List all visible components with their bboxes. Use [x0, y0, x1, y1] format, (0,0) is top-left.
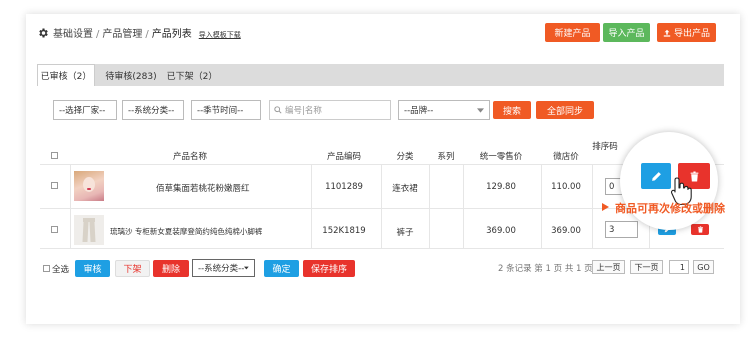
- page-number-input[interactable]: 1: [669, 260, 689, 274]
- manufacturer-select[interactable]: --选择厂家--: [53, 100, 117, 120]
- row-checkbox[interactable]: [51, 226, 58, 233]
- tab-pending[interactable]: 待审核(283): [100, 64, 162, 86]
- gear-icon: [39, 28, 48, 38]
- pagination-info: 2 条记录 第 1 页 共 1 页: [498, 264, 593, 274]
- column-header-category: 分类: [396, 152, 414, 162]
- export-product-button[interactable]: 导出产品: [657, 23, 716, 42]
- product-code: 152K1819: [322, 226, 366, 236]
- chevron-down-icon: [477, 107, 484, 113]
- product-list-panel: 基础设置 / 产品管理 / 产品列表 导入模板下载 新建产品 导入产品 导出产品…: [26, 14, 740, 324]
- product-thumbnail[interactable]: [74, 171, 104, 201]
- page-title: 产品列表: [151, 29, 192, 40]
- product-category: 连衣裙: [392, 184, 418, 194]
- pencil-icon: [651, 171, 661, 181]
- search-input[interactable]: 编号|名称: [269, 100, 391, 120]
- table-divider: [429, 164, 430, 248]
- chevron-down-icon: [244, 266, 249, 270]
- delist-button[interactable]: 下架: [115, 260, 150, 277]
- breadcrumb-separator: /: [145, 29, 149, 40]
- table-divider: [40, 248, 724, 249]
- table-divider: [381, 164, 382, 248]
- trash-icon: [697, 226, 703, 233]
- product-shop-price: 369.00: [551, 226, 581, 236]
- column-header-sort: 排序码: [592, 142, 618, 152]
- search-placeholder: 编号|名称: [285, 106, 322, 116]
- new-product-button[interactable]: 新建产品: [545, 23, 600, 42]
- product-category: 裤子: [396, 228, 414, 238]
- product-thumbnail[interactable]: [74, 215, 104, 245]
- save-sort-button[interactable]: 保存排序: [303, 260, 355, 277]
- callout-text: 商品可再次修改或删除: [615, 202, 725, 215]
- column-header-code: 产品编码: [326, 152, 362, 162]
- product-price: 369.00: [486, 226, 516, 236]
- table-divider: [311, 164, 312, 248]
- category-select[interactable]: --系统分类--: [122, 100, 184, 120]
- go-button[interactable]: GO: [693, 260, 714, 274]
- column-header-name: 产品名称: [172, 152, 208, 162]
- brand-select-value: --品牌--: [404, 106, 434, 116]
- sort-input[interactable]: 3: [605, 221, 638, 238]
- table-divider: [70, 164, 71, 248]
- breadcrumb-item-settings[interactable]: 基础设置: [53, 25, 93, 40]
- sync-all-button[interactable]: 全部同步: [536, 101, 594, 119]
- export-product-label: 导出产品: [673, 29, 710, 39]
- column-header-shop-price: 微店价: [553, 152, 579, 162]
- breadcrumb: 基础设置 / 产品管理 / 产品列表 导入模板下载: [53, 25, 241, 40]
- next-page-button[interactable]: 下一页: [630, 260, 663, 274]
- delete-selected-button[interactable]: 删除: [153, 260, 189, 277]
- triangle-pointer-icon: [602, 203, 609, 211]
- upload-icon: [663, 29, 671, 37]
- confirm-button[interactable]: 确定: [264, 260, 299, 277]
- import-product-button[interactable]: 导入产品: [603, 23, 650, 42]
- status-tab-bar: 已审核（2） 待审核(283) 已下架（2）: [37, 64, 724, 86]
- column-header-series: 系列: [437, 152, 455, 162]
- select-all-label[interactable]: 全选: [52, 263, 69, 275]
- product-name[interactable]: 佰草集面若桃花粉嫩唇红: [156, 182, 250, 194]
- edit-button-zoomed[interactable]: [641, 163, 671, 189]
- column-header-price: 统一零售价: [479, 152, 523, 162]
- breadcrumb-separator: /: [96, 29, 100, 40]
- approve-button[interactable]: 审核: [75, 260, 110, 277]
- select-all-checkbox[interactable]: [43, 265, 50, 272]
- batch-category-select[interactable]: --系统分类--: [192, 259, 255, 277]
- product-name[interactable]: 琉璃沙 专柜新女夏装摩登简约纯色纯棉小脚裤: [110, 226, 262, 237]
- search-icon: [274, 106, 282, 114]
- breadcrumb-item-product-management[interactable]: 产品管理: [102, 25, 142, 40]
- select-all-header-checkbox[interactable]: [51, 152, 58, 159]
- template-download-link[interactable]: 导入模板下载: [199, 30, 241, 40]
- table-divider: [40, 164, 724, 165]
- table-divider: [463, 164, 464, 248]
- table-divider: [541, 164, 542, 248]
- prev-page-button[interactable]: 上一页: [592, 260, 625, 274]
- tab-approved[interactable]: 已审核（2）: [37, 64, 95, 86]
- brand-select[interactable]: --品牌--: [398, 100, 490, 120]
- season-select[interactable]: --季节时间--: [191, 100, 261, 120]
- product-price: 129.80: [486, 182, 516, 192]
- tab-delisted[interactable]: 已下架（2）: [163, 64, 221, 86]
- product-code: 1101289: [325, 182, 363, 192]
- delete-button[interactable]: [691, 224, 709, 235]
- table-divider: [592, 164, 593, 248]
- row-checkbox[interactable]: [51, 182, 58, 189]
- search-button[interactable]: 搜索: [493, 101, 531, 119]
- product-shop-price: 110.00: [551, 182, 581, 192]
- batch-category-value: --系统分类--: [198, 264, 245, 274]
